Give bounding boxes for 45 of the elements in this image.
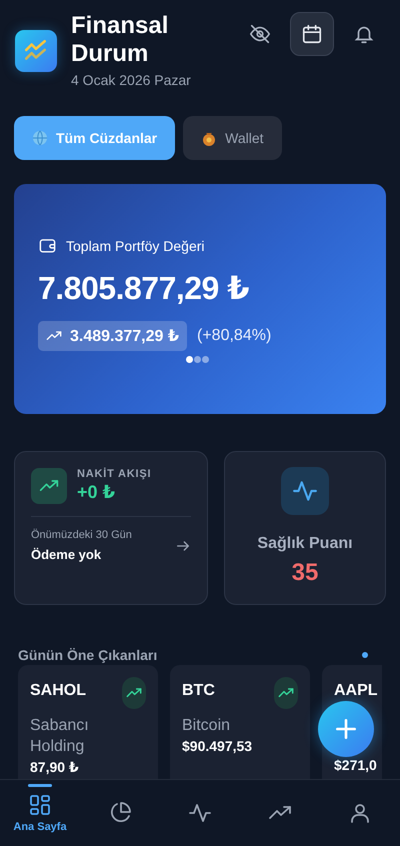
health-score: 35 xyxy=(292,559,318,587)
change-amount: 3.489.377,29 ₺ xyxy=(70,327,179,346)
wallet-icon xyxy=(38,236,57,255)
cash-flow-value: +0 ₺ xyxy=(77,482,116,503)
calendar-button[interactable] xyxy=(290,12,334,56)
highlight-card[interactable]: SAHOL Sabancı Holding 87,90 ₺ xyxy=(18,665,158,779)
portfolio-label: Toplam Portföy Değeri xyxy=(66,238,205,254)
health-card[interactable]: Sağlık Puanı 35 xyxy=(224,451,386,605)
ticker-symbol: AAPL xyxy=(334,682,378,700)
pulse-icon xyxy=(188,801,212,825)
health-label: Sağlık Puanı xyxy=(257,535,353,553)
asset-price: 87,90 ₺ xyxy=(30,759,80,776)
change-percent: (+80,84%) xyxy=(197,327,272,345)
page-dot[interactable] xyxy=(194,356,201,363)
eye-off-icon xyxy=(249,23,271,45)
highlight-card[interactable]: BTC Bitcoin $90.497,53 xyxy=(170,665,310,779)
globe-icon xyxy=(32,130,48,146)
page-title: Finansal Durum xyxy=(71,12,170,68)
page-dot[interactable] xyxy=(186,356,193,363)
trend-up-icon xyxy=(31,468,67,504)
section-title: Günün Öne Çıkanları xyxy=(18,647,158,663)
portfolio-value: 7.805.877,29 ₺ xyxy=(38,269,250,307)
ticker-symbol: BTC xyxy=(182,682,215,700)
payment-status: Ödeme yok xyxy=(31,547,102,562)
cash-flow-card[interactable]: NAKİT AKIŞI +0 ₺ Önümüzdeki 30 Gün Ödeme yok xyxy=(14,451,208,605)
money-bag-icon xyxy=(201,130,218,146)
asset-name: Bitcoin xyxy=(182,716,232,736)
plus-icon xyxy=(333,716,359,742)
wallet-tab[interactable]: Wallet xyxy=(183,116,282,160)
date-text: 4 Ocak 2026 Pazar xyxy=(71,72,192,88)
page-dot[interactable] xyxy=(202,356,209,363)
calendar-icon xyxy=(301,23,323,45)
asset-name: Sabancı Holding xyxy=(30,716,90,757)
pulse-icon xyxy=(281,467,329,515)
home-tab[interactable]: Ana Sayfa xyxy=(0,780,80,846)
asset-price: $271,0 xyxy=(334,757,378,773)
logo-icon xyxy=(15,30,57,72)
dashboard-icon xyxy=(28,793,52,817)
cash-flow-label: NAKİT AKIŞI xyxy=(77,468,152,480)
indicator-dot xyxy=(362,652,368,658)
user-icon xyxy=(348,801,372,825)
asset-price: $90.497,53 xyxy=(182,738,254,754)
ticker-symbol: SAHOL xyxy=(30,682,86,700)
period-text: Önümüzdeki 30 Gün xyxy=(31,529,132,541)
pie-chart-icon xyxy=(108,801,132,825)
